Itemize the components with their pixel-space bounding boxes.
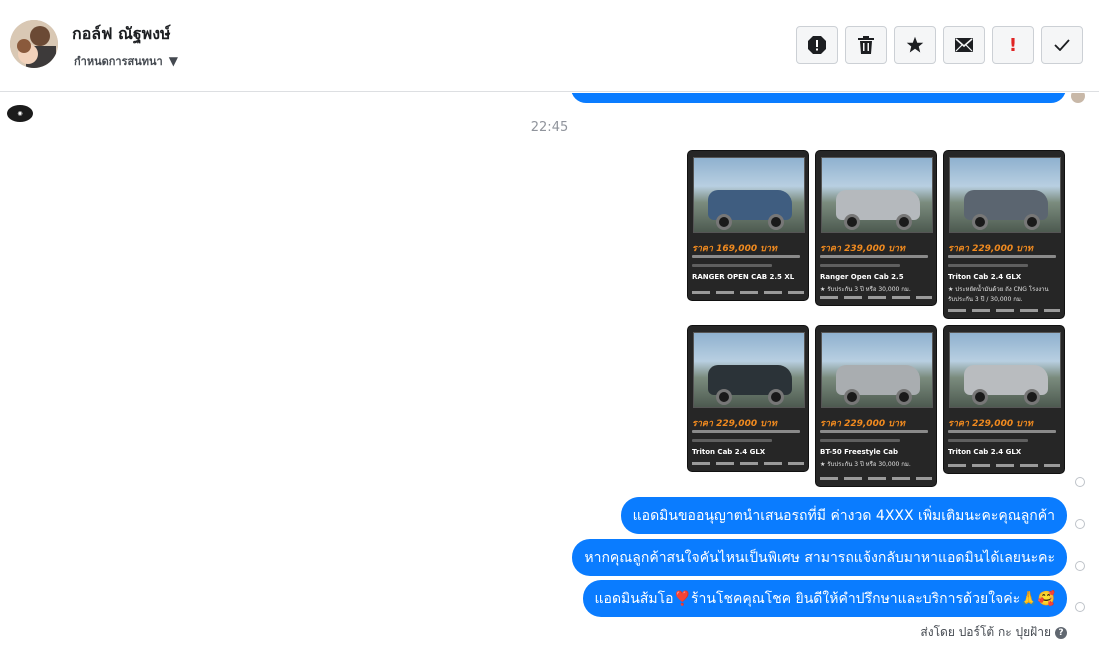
wheel-shape: [768, 214, 784, 230]
caret-down-icon: ▼: [168, 54, 178, 68]
car-model: Triton Cab 2.4 GLX: [692, 448, 766, 456]
contact-name[interactable]: กอล์ฟ ณัฐพงษ์: [72, 22, 171, 47]
car-price: ราคา 169,000 บาท: [692, 244, 777, 254]
mark-unread-button[interactable]: [943, 26, 985, 64]
sent-by-note: ส่งโดย ปอร์โต้ กะ ปุยฝ้าย ?: [920, 623, 1067, 642]
car-listing-image[interactable]: ราคา 229,000 บาท Triton Cab 2.4 GLX: [687, 325, 809, 472]
car-model: Ranger Open Cab 2.5: [820, 273, 904, 281]
car-price: ราคา 229,000 บาท: [948, 419, 1033, 429]
trash-icon: [858, 36, 874, 54]
car-photo: [949, 157, 1061, 233]
message-thread[interactable]: ◉ 22:45 ราคา 169,000 บาท RANGER OPEN CAB …: [0, 93, 1099, 663]
message-bubble[interactable]: แอดมินขออนุญาตนำเสนอรถที่มี ค่างวด 4XXX …: [620, 497, 1067, 534]
read-receipt-icon: [1075, 519, 1085, 529]
wheel-shape: [1024, 389, 1040, 405]
card-footer-info: [692, 291, 804, 294]
fine-print-line: [820, 430, 928, 433]
message-text-cont: ร้านโชคคุณโชค ยินดีให้คำปรึกษาและบริการด…: [691, 590, 1055, 607]
message-text: แอดมินขออนุญาตนำเสนอรถที่มี ค่างวด 4XXX …: [632, 507, 1055, 524]
help-icon[interactable]: ?: [1055, 626, 1067, 639]
card-footer-info: [948, 464, 1060, 467]
wheel-shape: [972, 214, 988, 230]
car-price: ราคา 229,000 บาท: [692, 419, 777, 429]
car-model: Triton Cab 2.4 GLX: [948, 273, 1022, 281]
card-footer-info: [692, 462, 804, 465]
conversation-schedule-dropdown[interactable]: กำหนดการสนทนา ▼: [74, 52, 178, 70]
wheel-shape: [844, 389, 860, 405]
heart-emoji: ❣️: [673, 590, 691, 607]
car-model: Triton Cab 2.4 GLX: [948, 448, 1022, 456]
message-timestamp: 22:45: [530, 120, 569, 135]
car-feature: ★ รับประกัน 3 ปี หรือ 30,000 กม.: [820, 286, 911, 293]
fine-print-line: [692, 264, 772, 267]
sent-by-text: ส่งโดย ปอร์โต้ กะ ปุยฝ้าย: [920, 625, 1051, 639]
wheel-shape: [716, 389, 732, 405]
fine-print-line: [948, 439, 1028, 442]
car-model: BT-50 Freestyle Cab: [820, 448, 898, 456]
envelope-icon: [955, 38, 973, 52]
message-text: แอดมินส้มโอ: [594, 590, 674, 607]
fine-print-line: [820, 264, 900, 267]
card-footer-info: [820, 296, 932, 299]
wheel-shape: [1024, 214, 1040, 230]
car-listing-image[interactable]: ราคา 229,000 บาท Triton Cab 2.4 GLX ★ ประห…: [943, 150, 1065, 319]
contact-avatar[interactable]: [10, 20, 58, 68]
car-listing-image[interactable]: ราคา 229,000 บาท BT-50 Freestyle Cab ★ รับ…: [815, 325, 937, 487]
star-icon: [906, 36, 924, 53]
schedule-label: กำหนดการสนทนา: [74, 55, 163, 68]
checkmark-icon: [1054, 39, 1070, 51]
car-photo: [821, 332, 933, 408]
report-icon: [808, 36, 826, 54]
wheel-shape: [972, 389, 988, 405]
car-image-grid: ราคา 169,000 บาท RANGER OPEN CAB 2.5 XL รา…: [687, 150, 1067, 490]
car-model: RANGER OPEN CAB 2.5 XL: [692, 273, 795, 281]
car-feature: ★ รับประกัน 3 ปี หรือ 30,000 กม.: [820, 461, 911, 468]
car-photo: [693, 332, 805, 408]
car-price: ราคา 229,000 บาท: [820, 419, 905, 429]
read-receipt-icon: [1075, 561, 1085, 571]
car-listing-image[interactable]: ราคา 229,000 บาท Triton Cab 2.4 GLX: [943, 325, 1065, 474]
car-photo: [821, 157, 933, 233]
card-footer-info: [820, 477, 932, 480]
conversation-header: กอล์ฟ ณัฐพงษ์ กำหนดการสนทนา ▼ !: [0, 0, 1099, 92]
fine-print-line: [820, 255, 928, 258]
wheel-shape: [768, 389, 784, 405]
fine-print-line: [692, 439, 772, 442]
wheel-shape: [896, 214, 912, 230]
priority-icon: !: [1008, 34, 1018, 56]
read-receipt-icon: [1075, 477, 1085, 487]
fine-print-line: [948, 264, 1028, 267]
delete-button[interactable]: [845, 26, 887, 64]
wheel-shape: [844, 214, 860, 230]
fine-print-line: [948, 430, 1056, 433]
message-text: หากคุณลูกค้าสนใจคันไหนเป็นพิเศษ สามารถแจ…: [584, 549, 1055, 566]
car-price: ราคา 229,000 บาท: [948, 244, 1033, 254]
priority-button[interactable]: !: [992, 26, 1034, 64]
message-bubble[interactable]: หากคุณลูกค้าสนใจคันไหนเป็นพิเศษ สามารถแจ…: [572, 539, 1067, 576]
car-listing-image[interactable]: ราคา 239,000 บาท Ranger Open Cab 2.5 ★ รับ…: [815, 150, 937, 306]
fine-print-line: [820, 439, 900, 442]
card-footer-info: [948, 309, 1060, 312]
fine-print-line: [692, 430, 800, 433]
read-receipt-icon: [1075, 602, 1085, 612]
report-button[interactable]: [796, 26, 838, 64]
car-photo: [949, 332, 1061, 408]
mark-done-button[interactable]: [1041, 26, 1083, 64]
car-feature: รับประกัน 3 ปี / 30,000 กม.: [948, 296, 1023, 303]
car-price: ราคา 239,000 บาท: [820, 244, 905, 254]
previous-message-bubble: [571, 93, 1066, 103]
header-toolbar: !: [796, 26, 1083, 64]
seen-avatar: [1071, 93, 1085, 103]
star-button[interactable]: [894, 26, 936, 64]
car-listing-image[interactable]: ราคา 169,000 บาท RANGER OPEN CAB 2.5 XL: [687, 150, 809, 301]
message-bubble[interactable]: แอดมินส้มโอ ❣️ ร้านโชคคุณโชค ยินดีให้คำปร…: [582, 580, 1067, 617]
wheel-shape: [716, 214, 732, 230]
fine-print-line: [692, 255, 800, 258]
fine-print-line: [948, 255, 1056, 258]
wheel-shape: [896, 389, 912, 405]
car-photo: [693, 157, 805, 233]
car-feature: ★ ประหยัดน้ำมันด้วย ถัง CNG โรงงาน: [948, 286, 1049, 293]
